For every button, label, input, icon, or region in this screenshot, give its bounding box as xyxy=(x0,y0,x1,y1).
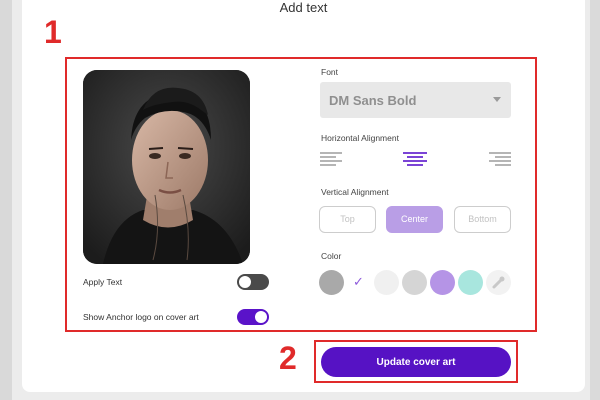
highlight-box-settings xyxy=(65,57,537,332)
background-panel-left xyxy=(0,0,12,400)
step-number-2: 2 xyxy=(279,340,297,376)
background-panel-right xyxy=(590,0,600,400)
dialog-title: Add text xyxy=(279,0,328,15)
highlight-box-update xyxy=(314,340,518,383)
step-number-1: 1 xyxy=(44,14,62,50)
